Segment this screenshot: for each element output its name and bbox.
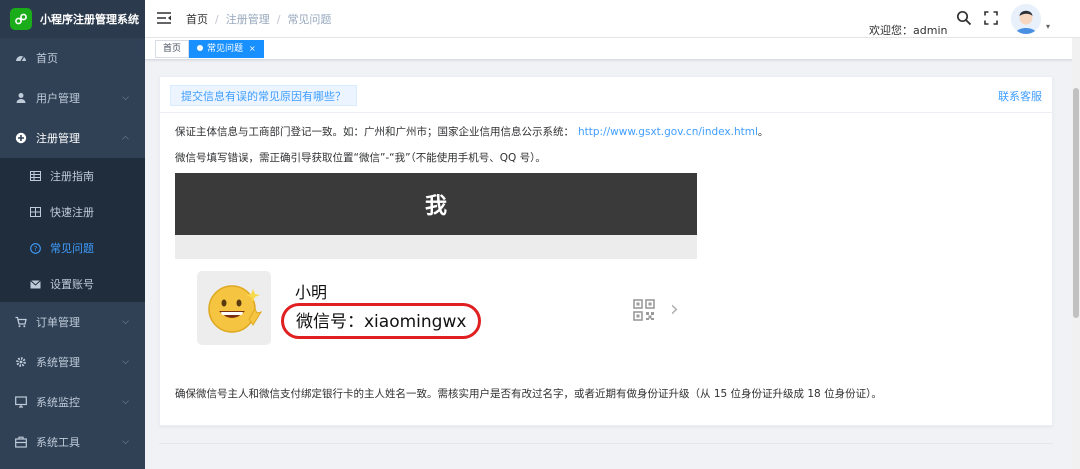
- gear-icon: [14, 356, 28, 368]
- sidebar-item-quick-register[interactable]: 快速注册: [0, 194, 145, 230]
- user-icon: [14, 92, 28, 104]
- sidebar-item-faq[interactable]: ? 常见问题: [0, 230, 145, 266]
- sidebar-item-label: 常见问题: [50, 242, 94, 255]
- sidebar-item-account-settings[interactable]: 设置账号: [0, 266, 145, 302]
- sidebar-item-label: 系统监控: [36, 396, 80, 409]
- screenshot-header: 我: [175, 173, 697, 235]
- faq-card: 提交信息有误的常见原因有哪些？ 联系客服 保证主体信息与工商部门登记一致。如：广…: [159, 76, 1053, 426]
- gsxt-link[interactable]: http://www.gsxt.gov.cn/index.html: [578, 126, 758, 138]
- sidebar-item-label: 用户管理: [36, 92, 80, 105]
- grid-icon: [28, 207, 42, 217]
- page-scrollbar[interactable]: [1072, 38, 1080, 469]
- app-title: 小程序注册管理系统: [40, 13, 139, 26]
- search-icon[interactable]: [956, 10, 972, 26]
- wechat-id-highlight: 微信号：xiaomingwx: [281, 303, 482, 339]
- question-icon: ?: [28, 242, 42, 254]
- table-icon: [28, 171, 42, 181]
- wechat-profile-screenshot: 我 小明 微信号：xiaomingwx ›: [175, 173, 697, 367]
- chevron-down-icon: ⌵: [122, 357, 129, 367]
- monitor-icon: [14, 396, 28, 408]
- close-icon[interactable]: ×: [249, 44, 256, 53]
- emoji-avatar-icon: [197, 271, 271, 345]
- breadcrumb: 首页 / 注册管理 / 常见问题: [186, 13, 332, 26]
- sidebar-item-system[interactable]: 系统管理 ⌵: [0, 342, 145, 382]
- contact-support-link[interactable]: 联系客服: [998, 88, 1042, 104]
- breadcrumb-current: 常见问题: [287, 13, 332, 26]
- fullscreen-icon[interactable]: [983, 10, 999, 26]
- toolbox-icon: [14, 436, 28, 448]
- hamburger-toggle-icon[interactable]: [157, 12, 171, 24]
- tag-faq[interactable]: 常见问题 ×: [189, 40, 264, 58]
- chevron-down-icon: ⌵: [122, 437, 129, 447]
- sidebar-item-users[interactable]: 用户管理 ⌵: [0, 78, 145, 118]
- sidebar-item-label: 首页: [36, 52, 58, 65]
- chevron-down-icon: ⌵: [122, 397, 129, 407]
- chevron-up-icon: ⌵: [122, 133, 129, 143]
- breadcrumb-registration[interactable]: 注册管理: [226, 13, 270, 26]
- sidebar-item-tools[interactable]: 系统工具 ⌵: [0, 422, 145, 462]
- app-logo[interactable]: 小程序注册管理系统: [0, 0, 145, 38]
- answer-paragraph-1: 保证主体信息与工商部门登记一致。如：广州和广州市；国家企业信用信息公示系统： ht…: [175, 126, 769, 138]
- svg-text:?: ?: [33, 245, 37, 253]
- cart-icon: [14, 316, 28, 328]
- plus-circle-icon: [14, 132, 28, 144]
- dashboard-icon: [14, 52, 28, 64]
- profile-name: 小明: [295, 283, 328, 302]
- sidebar-item-label: 设置账号: [50, 278, 94, 291]
- tags-view: 首页 常见问题 ×: [145, 38, 1080, 60]
- sidebar-item-label: 快速注册: [50, 206, 94, 219]
- chevron-right-icon: ›: [670, 297, 679, 322]
- welcome-text: 欢迎您：admin: [869, 24, 948, 37]
- sidebar-item-label: 系统管理: [36, 356, 80, 369]
- registration-submenu: 注册指南 快速注册 ? 常见问题 设置账号: [0, 158, 145, 302]
- sidebar-item-guide[interactable]: 注册指南: [0, 158, 145, 194]
- section-divider: [159, 443, 1053, 444]
- sidebar: 小程序注册管理系统 首页 用户管理 ⌵ 注册管理 ⌵ 注册指南 快速注册 ? 常…: [0, 0, 145, 469]
- sidebar-item-orders[interactable]: 订单管理 ⌵: [0, 302, 145, 342]
- active-dot-icon: [197, 45, 203, 51]
- sidebar-item-monitor[interactable]: 系统监控 ⌵: [0, 382, 145, 422]
- mail-icon: [28, 279, 42, 289]
- caret-down-icon[interactable]: ▾: [1046, 22, 1050, 31]
- answer-paragraph-3: 确保微信号主人和微信支付绑定银行卡的主人姓名一致。需核实用户是否有改过名字，或者…: [175, 388, 882, 400]
- sidebar-item-label: 系统工具: [36, 436, 80, 449]
- answer-paragraph-2: 微信号填写错误，需正确引导获取位置“微信”-“我”（不能使用手机号、QQ 号）。: [175, 152, 546, 164]
- sidebar-item-label: 注册管理: [36, 132, 80, 145]
- breadcrumb-home[interactable]: 首页: [186, 13, 208, 26]
- top-navbar: 首页 / 注册管理 / 常见问题 欢迎您：admin ▾: [145, 0, 1080, 38]
- faq-question: 提交信息有误的常见原因有哪些？: [170, 85, 357, 106]
- sidebar-item-home[interactable]: 首页: [0, 38, 145, 78]
- scrollbar-thumb[interactable]: [1073, 88, 1079, 318]
- sidebar-item-registration[interactable]: 注册管理 ⌵: [0, 118, 145, 158]
- card-header: 提交信息有误的常见原因有哪些？ 联系客服: [160, 77, 1052, 113]
- qr-code-icon: [633, 299, 655, 321]
- sidebar-item-label: 注册指南: [50, 170, 94, 183]
- chevron-down-icon: ⌵: [122, 93, 129, 103]
- sidebar-item-label: 订单管理: [36, 316, 80, 329]
- chevron-down-icon: ⌵: [122, 317, 129, 327]
- user-avatar[interactable]: [1011, 4, 1041, 34]
- tag-home[interactable]: 首页: [155, 40, 190, 58]
- miniprogram-logo-icon: [10, 8, 32, 30]
